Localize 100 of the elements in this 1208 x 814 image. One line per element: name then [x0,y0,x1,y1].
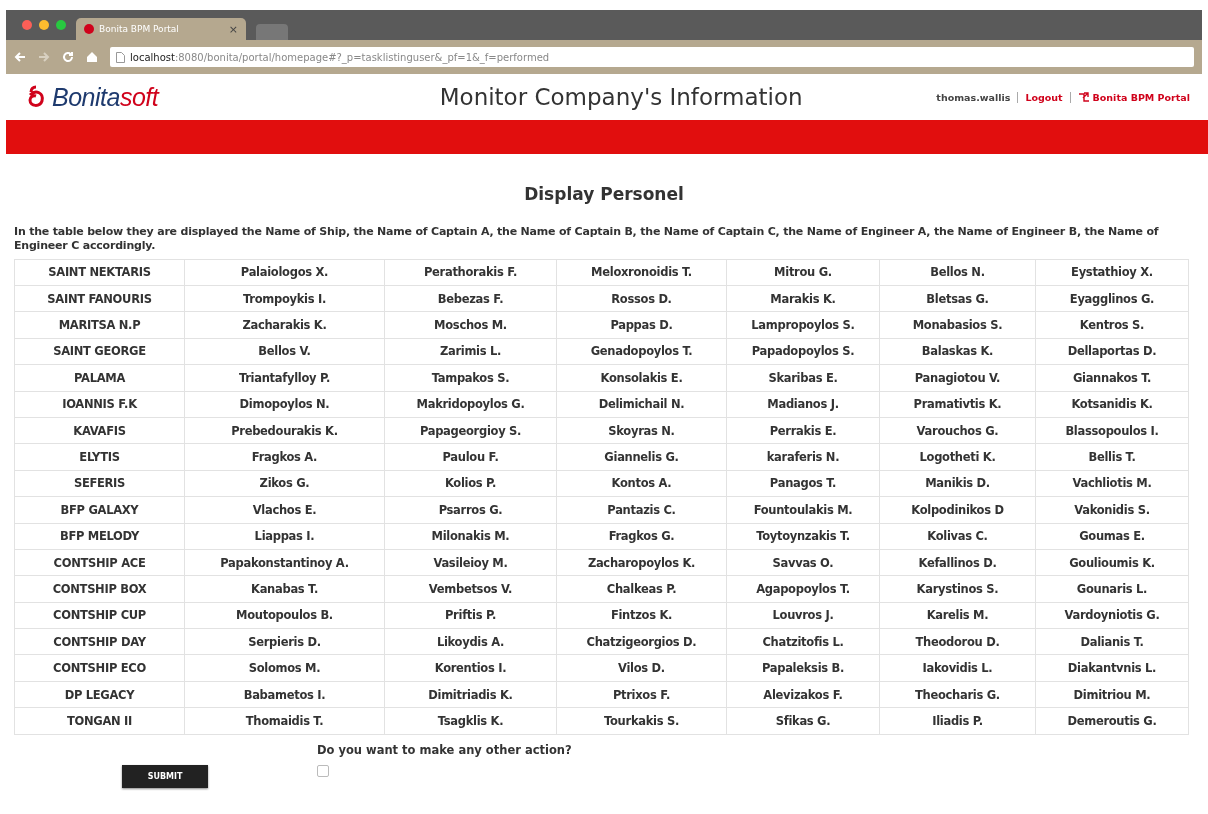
table-cell: Lampropoylos S. [726,311,880,339]
table-cell: Gounaris L. [1035,575,1189,603]
table-cell: Paulou F. [384,443,557,471]
table-cell: Skoyras N. [556,417,727,444]
table-cell: Palaiologos X. [184,259,385,286]
table-cell: Bletsas G. [879,285,1036,312]
table-cell: Vardoyniotis G. [1035,602,1189,629]
table-cell: Bebezas F. [384,285,557,312]
section-heading: Display Personel [523,184,685,204]
table-cell: Dimitriadis K. [384,681,557,708]
table-cell: Theocharis G. [879,681,1036,708]
forward-icon[interactable] [38,51,50,63]
table-cell: Papakonstantinoy A. [184,549,385,576]
table-cell: Theodorou D. [879,628,1036,655]
table-cell: CONTSHIP ACE [14,549,185,576]
table-cell: Kotsanidis K. [1035,391,1189,418]
table-cell: Pappas D. [556,311,727,339]
table-cell: Dimopoylos N. [184,391,385,418]
table-cell: BFP GALAXY [14,496,185,523]
table-cell: Demeroutis G. [1035,707,1189,735]
table-cell: Varouchos G. [879,417,1036,444]
table-cell: Madianos J. [726,391,880,418]
table-cell: Goulioumis K. [1035,549,1189,576]
table-cell: Fragkos A. [184,443,385,471]
table-cell: Bellos N. [879,259,1036,286]
table-cell: Triantafylloy P. [184,364,385,392]
table-cell: Liappas I. [184,523,385,550]
table-cell: Vasileioy M. [384,549,557,576]
portal-link[interactable]: Bonita BPM Portal [1070,91,1190,103]
table-cell: CONTSHIP BOX [14,575,185,603]
table-cell: Mitrou G. [726,259,880,286]
table-cell: CONTSHIP CUP [14,602,185,629]
table-cell: Serpieris D. [184,628,385,655]
table-cell: Savvas O. [726,549,880,576]
table-cell: Vilos D. [556,654,727,682]
table-cell: Marakis K. [726,285,880,312]
table-cell: CONTSHIP DAY [14,628,185,655]
table-cell: MARITSA N.P [14,311,185,339]
table-cell: Genadopoylos T. [556,338,727,365]
table-cell: Chatzigeorgios D. [556,628,727,655]
other-action-checkbox[interactable] [317,764,329,777]
table-cell: Diakantvnis L. [1035,654,1189,682]
table-cell: Thomaidis T. [184,707,385,735]
table-cell: Dimitriou M. [1035,681,1189,708]
table-cell: Toytoynzakis T. [726,523,880,550]
username: thomas.wallis [936,91,1019,103]
table-cell: Fintzos K. [556,602,727,629]
submit-button[interactable]: SUBMIT [122,764,208,788]
table-cell: Dalianis T. [1035,628,1189,655]
table-cell: Chatzitofis L. [726,628,880,655]
table-cell: DP LEGACY [14,681,185,708]
table-cell: Perathorakis F. [384,259,557,286]
table-cell: Ptrixos F. [556,681,727,708]
table-cell: Manikis D. [879,470,1036,497]
table-cell: Vembetsos V. [384,575,557,603]
external-link-icon [1077,92,1089,102]
table-cell: Pantazis C. [556,496,727,523]
table-cell: Makridopoylos G. [384,391,557,418]
table-cell: Vlachos E. [184,496,385,523]
table-cell: Logotheti K. [879,443,1036,471]
table-cell: Iliadis P. [879,707,1036,735]
close-window-icon[interactable] [22,20,32,30]
table-cell: Korentios I. [384,654,557,682]
table-cell: KAVAFIS [14,417,185,444]
close-tab-button[interactable]: × [228,22,238,36]
table-cell: Kolpodinikos D [879,496,1036,523]
address-bar[interactable]: localhost:8080/bonita/portal/homepage#?_p=tasklistinguser&_pf=1&_f=performed [110,47,1194,67]
table-cell: Tourkakis S. [556,707,727,735]
table-cell: Iakovidis L. [879,654,1036,682]
logout-link[interactable]: Logout [1018,91,1071,103]
home-icon[interactable] [86,51,98,63]
table-cell: Panagiotou V. [879,364,1036,392]
table-cell: SAINT NEKTARIS [14,259,185,286]
table-cell: IOANNIS F.K [14,391,185,418]
table-cell: Chalkeas P. [556,575,727,603]
table-cell: ELYTIS [14,443,185,471]
table-cell: Giannakos T. [1035,364,1189,392]
table-cell: Zikos G. [184,470,385,497]
table-cell: Skaribas E. [726,364,880,392]
maximize-window-icon[interactable] [56,20,66,30]
back-icon[interactable] [14,51,26,63]
table-cell: Milonakis M. [384,523,557,550]
table-cell: Goumas E. [1035,523,1189,550]
table-cell: Kolivas C. [879,523,1036,550]
table-cell: Moutopoulos B. [184,602,385,629]
browser-tab[interactable]: Bonita BPM Portal × [76,18,246,40]
table-cell: PALAMA [14,364,185,392]
table-cell: Alevizakos F. [726,681,880,708]
description-text: In the table below they are displayed the Name of Ship, the Name of Captain A, the Name of Captain B, the Name of Captain C, the Name of Engineer A, the Name of Engineer B, the Name of Engineer C accordingly. [14,225,1160,254]
table-cell: Fountoulakis M. [726,496,880,523]
table-cell: Rossos D. [556,285,727,312]
reload-icon[interactable] [62,51,74,63]
table-cell: Kontos A. [556,470,727,497]
table-cell: Tsagklis K. [384,707,557,735]
table-cell: Solomos M. [184,654,385,682]
table-cell: Psarros G. [384,496,557,523]
minimize-window-icon[interactable] [39,20,49,30]
table-cell: Kefallinos D. [879,549,1036,576]
table-cell: Moschos M. [384,311,557,339]
table-cell: Papadopoylos S. [726,338,880,365]
